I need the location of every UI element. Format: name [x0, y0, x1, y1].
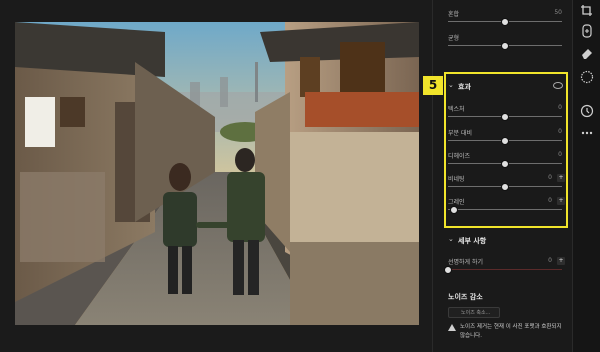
detail-section-title[interactable]: 세부 사항 — [458, 236, 486, 246]
warning-icon — [448, 324, 456, 331]
healing-icon[interactable] — [580, 24, 594, 38]
slider-value: 0 — [548, 174, 552, 181]
slider-knob[interactable] — [501, 18, 509, 26]
slider-knob[interactable] — [501, 137, 509, 145]
dehaze-slider[interactable]: 디헤이즈 0 — [448, 151, 562, 168]
slider-value: 0 — [548, 257, 552, 264]
slider-value: 0 — [548, 197, 552, 204]
balance-slider[interactable]: 균형 — [448, 33, 562, 50]
clarity-slider[interactable]: 부분 대비 0 — [448, 128, 562, 145]
visibility-eye-icon[interactable] — [553, 82, 563, 89]
slider-label: 혼합 — [448, 11, 460, 18]
vignette-options-icon[interactable]: + — [557, 174, 565, 182]
mix-slider[interactable]: 혼합 50 — [448, 9, 562, 26]
grain-slider[interactable]: 그레인 0 — [448, 197, 562, 214]
slider-label: 비네팅 — [448, 176, 465, 183]
step-badge: 5 — [423, 76, 443, 95]
more-icon[interactable] — [580, 126, 594, 140]
history-icon[interactable] — [580, 104, 594, 118]
slider-label: 그레인 — [448, 199, 465, 206]
crop-rotate-icon[interactable] — [580, 4, 594, 18]
slider-value: 0 — [558, 151, 562, 158]
photo-preview[interactable] — [15, 22, 419, 325]
slider-knob[interactable] — [501, 42, 509, 50]
sharpen-options-icon[interactable]: + — [557, 257, 565, 265]
noise-section-title: 노이즈 감소 — [448, 293, 483, 301]
mask-icon[interactable] — [580, 70, 594, 84]
vignette-slider[interactable]: 비네팅 0 — [448, 174, 562, 191]
slider-knob[interactable] — [444, 266, 452, 274]
eraser-icon[interactable] — [580, 46, 594, 60]
chevron-down-icon[interactable]: ⌄ — [448, 235, 454, 243]
grain-options-icon[interactable]: + — [557, 197, 565, 205]
slider-track[interactable] — [448, 269, 562, 270]
slider-value: 0 — [558, 128, 562, 135]
slider-knob[interactable] — [501, 183, 509, 191]
slider-knob[interactable] — [449, 206, 458, 214]
noise-reduction-button[interactable]: 노이즈 축소... — [448, 307, 500, 318]
slider-knob[interactable] — [501, 113, 509, 121]
slider-track[interactable] — [448, 209, 562, 210]
chevron-down-icon[interactable]: ⌄ — [448, 81, 454, 89]
noise-warning-text: 노이즈 제거는 현재 이 사진 포맷과 호환되지 않습니다. — [460, 324, 562, 339]
sharpen-slider[interactable]: 선명하게 하기 0 — [444, 257, 562, 274]
tool-rail — [572, 0, 600, 352]
slider-value: 50 — [554, 9, 562, 16]
slider-label: 균형 — [448, 35, 460, 42]
texture-slider[interactable]: 텍스처 0 — [448, 104, 562, 121]
slider-label: 부분 대비 — [448, 130, 472, 137]
noise-warning: 노이즈 제거는 현재 이 사진 포맷과 호환되지 않습니다. — [448, 323, 564, 341]
slider-knob[interactable] — [501, 160, 509, 168]
slider-label: 선명하게 하기 — [448, 259, 484, 266]
slider-label: 디헤이즈 — [448, 153, 471, 160]
slider-value: 0 — [558, 104, 562, 111]
slider-label: 텍스처 — [448, 106, 465, 113]
effects-section-title[interactable]: 효과 — [458, 82, 471, 92]
